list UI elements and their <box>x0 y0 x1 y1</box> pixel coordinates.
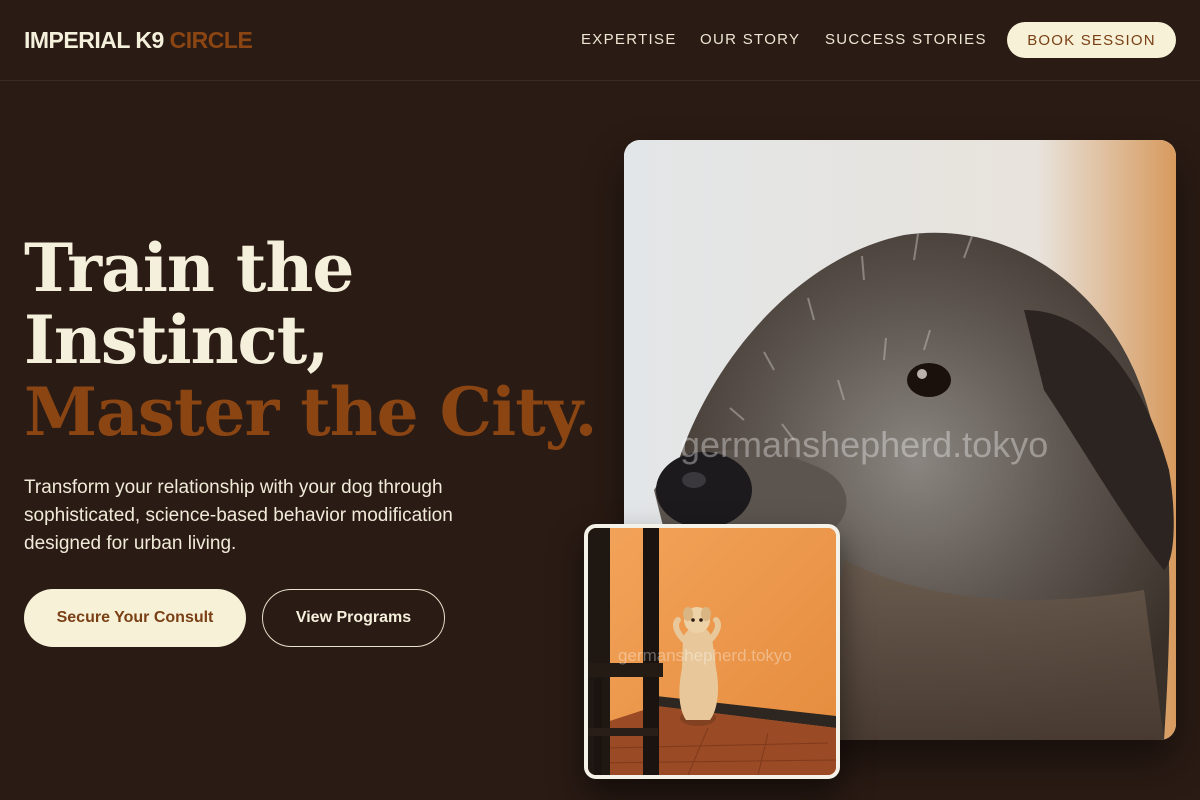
nav-link-success-stories[interactable]: SUCCESS STORIES <box>825 31 987 48</box>
hero-subtext: Transform your relationship with your do… <box>24 477 453 554</box>
nav-link-our-story[interactable]: OUR STORY <box>700 31 800 48</box>
top-navbar: IMPERIAL K9 CIRCLE EXPERTISE OUR STORY S… <box>0 0 1200 81</box>
begging-dog-illustration <box>588 528 836 775</box>
hero-headline: Train the Instinct, Master the City. <box>24 232 597 448</box>
headline-line-3: Master the City. <box>24 373 597 451</box>
headline-line-2: Instinct, <box>24 301 329 379</box>
nav-link-expertise[interactable]: EXPERTISE <box>581 31 677 48</box>
view-programs-button[interactable]: View Programs <box>262 589 445 647</box>
hero-inset-photo: germanshepherd.tokyo <box>584 524 840 779</box>
secure-consult-button[interactable]: Secure Your Consult <box>24 589 246 647</box>
book-session-button[interactable]: BOOK SESSION <box>1007 22 1176 58</box>
brand-logo[interactable]: IMPERIAL K9 CIRCLE <box>24 27 253 54</box>
headline-line-1: Train the <box>24 229 354 307</box>
brand-name: IMPERIAL K9 <box>24 27 164 53</box>
brand-accent: CIRCLE <box>169 27 253 53</box>
